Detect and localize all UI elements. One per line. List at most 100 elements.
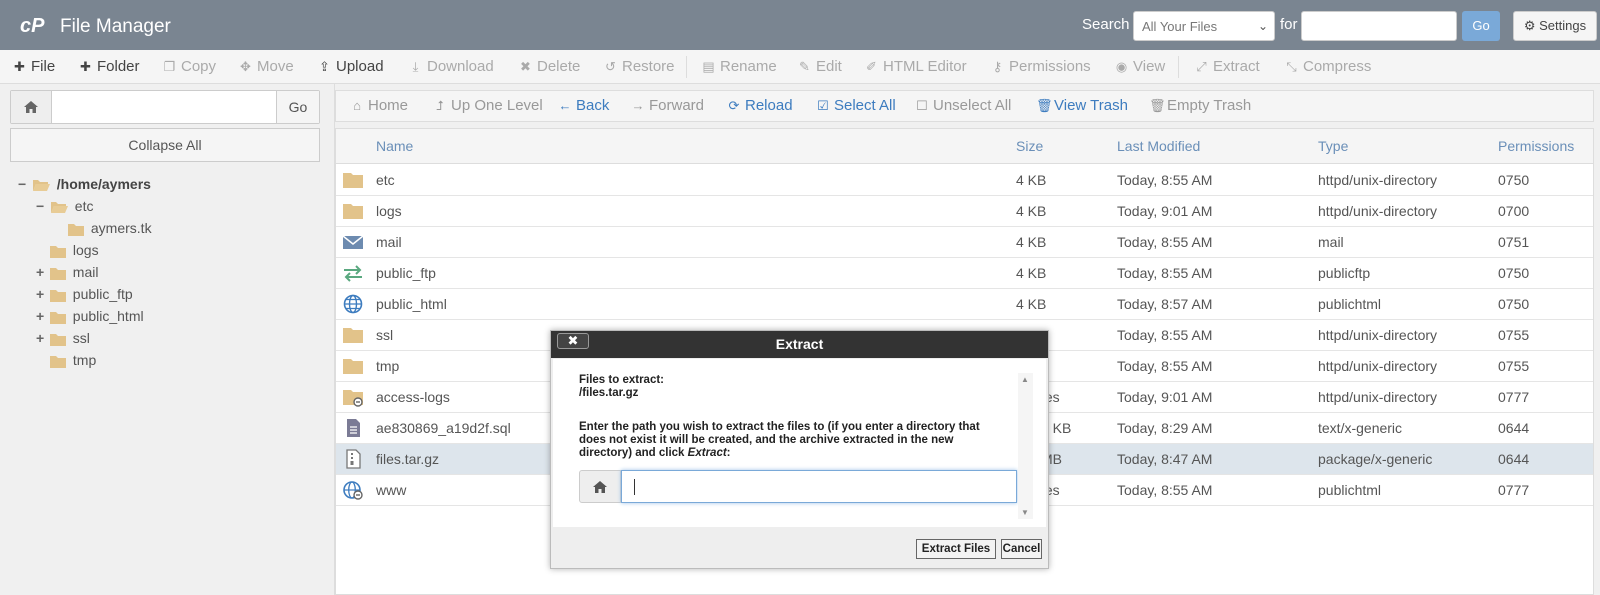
extract-button[interactable]: ⤢ Extract — [1194, 50, 1259, 84]
upload-button[interactable]: ⇪ Upload — [317, 50, 384, 84]
search-scope-select[interactable]: All Your Files ⌄ — [1133, 11, 1275, 41]
arrow-right-icon: → — [631, 98, 645, 113]
cancel-button[interactable]: Cancel — [1001, 539, 1042, 559]
directory-sidebar: Go Collapse All − /home/aymers − etc aym… — [0, 84, 335, 595]
nav-unselect-all-button[interactable]: ☐ Unselect All — [915, 91, 1011, 121]
col-type-header[interactable]: Type — [1318, 129, 1348, 164]
compress-button[interactable]: ⤡ Compress — [1284, 50, 1371, 84]
toolbar-divider — [686, 56, 687, 78]
table-row[interactable]: public_html 4 KB Today, 8:57 AM publicht… — [336, 289, 1593, 320]
col-modified-header[interactable]: Last Modified — [1117, 129, 1200, 164]
nav-up-one-level-button[interactable]: ⮥ Up One Level — [433, 91, 543, 121]
download-icon: ⤓ — [412, 59, 419, 74]
globe-icon — [343, 294, 363, 314]
folder-icon — [50, 355, 66, 368]
extract-instruction: Enter the path you wish to extract the f… — [579, 421, 980, 459]
key-icon: ⚷ — [992, 59, 1003, 74]
col-size-header[interactable]: Size — [1016, 129, 1043, 164]
extract-path-group — [579, 470, 1017, 503]
nav-reload-button[interactable]: ⟳ Reload — [727, 91, 793, 121]
envelope-icon — [342, 235, 364, 249]
refresh-icon: ⟳ — [728, 98, 740, 113]
trash-icon: 🗑 — [1036, 98, 1053, 113]
close-icon[interactable]: ✖ — [557, 333, 589, 349]
table-row[interactable]: mail 4 KB Today, 8:55 AM mail 0751 — [336, 227, 1593, 258]
move-button[interactable]: ✥ Move — [238, 50, 294, 84]
gear-icon: ⚙ — [1523, 18, 1536, 33]
expand-toggle[interactable]: + — [36, 262, 46, 282]
tree-item-tmp[interactable]: tmp — [50, 350, 96, 370]
dialog-scrollbar[interactable]: ▲ ▼ — [1018, 373, 1033, 519]
cpanel-logo-icon: cP — [20, 12, 52, 38]
chevron-down-icon: ⌄ — [1257, 19, 1268, 33]
tree-item-public-ftp[interactable]: + public_ftp — [36, 284, 133, 304]
collapse-toggle[interactable]: − — [36, 196, 46, 216]
path-go-button[interactable]: Go — [276, 91, 319, 123]
settings-button[interactable]: ⚙ Settings — [1513, 11, 1597, 41]
edit-button[interactable]: ✎ Edit — [797, 50, 842, 84]
table-row[interactable]: etc 4 KB Today, 8:55 AM httpd/unix-direc… — [336, 165, 1593, 196]
edit-square-icon: ✐ — [866, 59, 877, 74]
nav-home-button[interactable]: ⌂ Home — [350, 91, 408, 121]
permissions-button[interactable]: ⚷ Permissions — [990, 50, 1091, 84]
search-go-button[interactable]: Go — [1462, 11, 1500, 41]
restore-button[interactable]: ↺ Restore — [603, 50, 674, 84]
folder-icon — [49, 289, 66, 302]
expand-toggle[interactable]: + — [36, 284, 46, 304]
tree-item-etc[interactable]: − etc — [36, 196, 93, 216]
dialog-title: Extract — [551, 331, 1048, 358]
expand-toggle[interactable]: + — [36, 306, 46, 326]
folder-icon — [49, 267, 66, 280]
tree-item-ssl[interactable]: + ssl — [36, 328, 90, 348]
arrow-left-icon: ← — [558, 98, 572, 113]
download-button[interactable]: ⤓ Download — [408, 50, 494, 84]
globe-link-icon — [343, 481, 363, 500]
tree-root[interactable]: − /home/aymers — [18, 174, 151, 194]
home-icon[interactable] — [11, 91, 52, 123]
toolbar-divider — [1178, 56, 1179, 78]
scroll-up-icon[interactable]: ▲ — [1021, 375, 1029, 384]
table-row[interactable]: public_ftp 4 KB Today, 8:55 AM publicftp… — [336, 258, 1593, 289]
new-file-button[interactable]: ✚ File — [12, 50, 55, 84]
table-row[interactable]: logs 4 KB Today, 9:01 AM httpd/unix-dire… — [336, 196, 1593, 227]
folder-open-icon — [50, 202, 68, 214]
dialog-body: Files to extract: /files.tar.gz Enter th… — [553, 359, 1046, 527]
collapse-all-button[interactable]: Collapse All — [10, 128, 320, 162]
nav-empty-trash-button[interactable]: 🗑Empty Trash — [1149, 91, 1251, 121]
search-label: Search — [1082, 16, 1130, 33]
times-icon: ✖ — [520, 59, 531, 74]
html-editor-button[interactable]: ✐ HTML Editor — [864, 50, 967, 84]
files-to-extract-label: Files to extract: — [579, 374, 664, 386]
nav-back-button[interactable]: ← Back — [558, 91, 610, 121]
folder-icon — [49, 311, 66, 324]
plus-icon: ✚ — [80, 59, 91, 74]
delete-button[interactable]: ✖ Delete — [518, 50, 580, 84]
nav-forward-button[interactable]: → Forward — [631, 91, 705, 121]
collapse-toggle[interactable]: − — [18, 174, 28, 194]
col-name-header[interactable]: Name — [376, 129, 413, 164]
folder-open-icon — [32, 180, 50, 192]
new-folder-button[interactable]: ✚ Folder — [78, 50, 139, 84]
extract-path-input[interactable] — [621, 470, 1017, 503]
folder-icon — [49, 333, 66, 346]
plus-icon: ✚ — [14, 59, 25, 74]
tree-item-public-html[interactable]: + public_html — [36, 306, 144, 326]
app-title: File Manager — [60, 16, 171, 37]
col-permissions-header[interactable]: Permissions — [1498, 129, 1574, 164]
rename-button[interactable]: ▤ Rename — [701, 50, 776, 84]
folder-icon — [68, 223, 84, 236]
path-bar: Go — [10, 90, 320, 124]
search-input[interactable] — [1301, 11, 1457, 41]
tree-item-aymers-tk[interactable]: aymers.tk — [68, 218, 152, 238]
tree-item-logs[interactable]: logs — [50, 240, 99, 260]
settings-label: Settings — [1539, 18, 1587, 33]
nav-view-trash-button[interactable]: 🗑View Trash — [1036, 91, 1128, 121]
extract-files-button[interactable]: Extract Files — [916, 539, 996, 559]
top-bar: cP File Manager Search All Your Files ⌄ … — [0, 0, 1600, 50]
view-button[interactable]: ◉ View — [1114, 50, 1165, 84]
scroll-down-icon[interactable]: ▼ — [1021, 508, 1029, 517]
expand-toggle[interactable]: + — [36, 328, 46, 348]
tree-item-mail[interactable]: + mail — [36, 262, 98, 282]
copy-button[interactable]: ❐ Copy — [162, 50, 216, 84]
nav-select-all-button[interactable]: ☑ Select All — [816, 91, 896, 121]
